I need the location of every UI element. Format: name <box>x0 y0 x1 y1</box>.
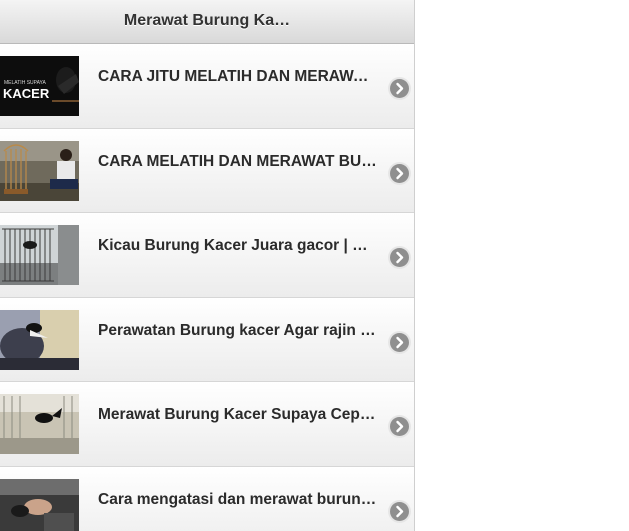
chevron-right-circle-icon[interactable] <box>390 163 409 183</box>
list-item[interactable]: Perawatan Burung kacer Agar rajin Bunyi <box>0 297 414 382</box>
chevron-right-circle-icon[interactable] <box>390 79 409 98</box>
item-title: Kicau Burung Kacer Juara gacor | Cara Me… <box>98 237 378 254</box>
item-title: Merawat Burung Kacer Supaya Cepat Gacor <box>98 406 378 423</box>
app-window: Merawat Burung Ka… MELATIH SUPAYA KACER … <box>0 0 415 531</box>
list-item[interactable]: Merawat Burung Kacer Supaya Cepat Gacor <box>0 382 414 467</box>
header-bar: Merawat Burung Ka… <box>0 0 414 44</box>
video-thumbnail <box>0 309 79 370</box>
list-item[interactable]: Kicau Burung Kacer Juara gacor | Cara Me… <box>0 213 414 298</box>
item-title: Perawatan Burung kacer Agar rajin Bunyi <box>98 321 378 339</box>
video-list: MELATIH SUPAYA KACER CARA JITU MELATIH D… <box>0 44 414 531</box>
chevron-right-circle-icon[interactable] <box>390 501 409 521</box>
chevron-right-circle-icon[interactable] <box>390 417 409 436</box>
chevron-right-circle-icon[interactable] <box>390 332 409 352</box>
page-title: Merawat Burung Ka… <box>123 12 291 29</box>
list-item[interactable]: CARA MELATIH DAN MERAWAT BURUNG KACER <box>0 128 414 213</box>
item-title: CARA JITU MELATIH DAN MERAWAT BURUNG KAC… <box>98 68 378 85</box>
list-item[interactable]: Cara mengatasi dan merawat burung kacer <box>0 466 414 531</box>
thumb-caption-main: KACER <box>3 86 50 101</box>
video-thumbnail <box>0 478 79 531</box>
video-thumbnail <box>0 225 79 285</box>
chevron-right-circle-icon[interactable] <box>390 248 409 267</box>
video-thumbnail: MELATIH SUPAYA KACER <box>0 56 79 116</box>
list-item[interactable]: MELATIH SUPAYA KACER CARA JITU MELATIH D… <box>0 44 414 129</box>
video-thumbnail <box>0 394 79 454</box>
video-thumbnail <box>0 140 79 201</box>
item-title: Cara mengatasi dan merawat burung kacer <box>98 490 378 508</box>
item-title: CARA MELATIH DAN MERAWAT BURUNG KACER <box>98 152 378 170</box>
